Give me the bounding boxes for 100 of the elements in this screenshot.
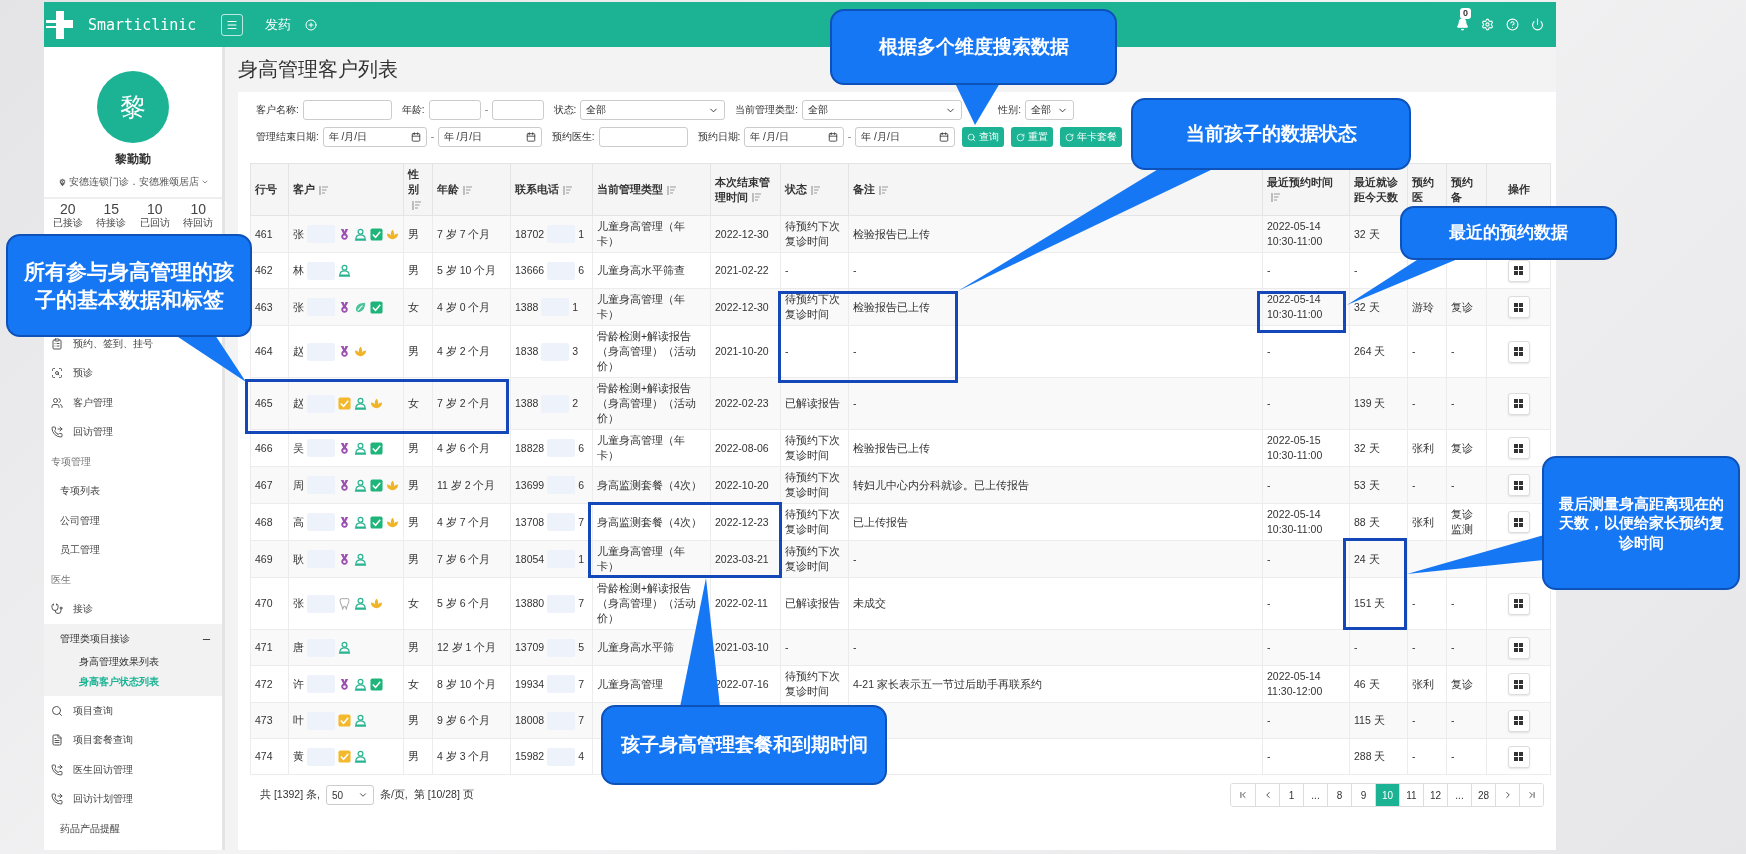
menu-item[interactable]: 项目查询 — [73, 703, 113, 718]
row-action-button[interactable] — [1507, 340, 1530, 363]
sort-icon[interactable] — [667, 185, 677, 195]
add-tab-icon[interactable] — [305, 18, 317, 31]
table-cell: 2022-07-16 — [715, 677, 769, 690]
table-cell: 474 — [255, 750, 273, 762]
text-field[interactable] — [302, 100, 392, 120]
table-cell: 2022-08-06 — [715, 441, 769, 454]
table-cell: 8 岁 10 个月 — [437, 677, 497, 690]
row-action-button[interactable] — [1507, 636, 1530, 659]
sort-icon[interactable] — [811, 185, 821, 195]
check-square-icon — [370, 515, 383, 529]
select-field[interactable]: 全部 — [1024, 100, 1074, 120]
help-icon[interactable] — [1506, 18, 1519, 31]
table-cell: 32 天 — [1354, 227, 1380, 240]
row-action-button[interactable] — [1507, 511, 1530, 533]
stat-label: 已回访 — [139, 217, 170, 229]
row-action-button[interactable] — [1507, 709, 1530, 732]
last-page-button[interactable] — [1519, 784, 1543, 806]
lotus-icon — [370, 597, 383, 610]
date-field[interactable]: 年 /月/日 — [744, 127, 845, 147]
column-header[interactable]: 年龄 — [437, 182, 473, 197]
menu-item[interactable]: 回访计划管理 — [73, 792, 133, 807]
table-cell: - — [1412, 345, 1416, 357]
page-size-select[interactable]: 50 — [325, 785, 374, 805]
sort-icon[interactable] — [1271, 193, 1281, 203]
menu-item[interactable]: 项目套餐查询 — [73, 733, 133, 748]
column-header[interactable]: 客户 — [293, 182, 329, 197]
menu-item[interactable]: 接诊 — [73, 602, 93, 617]
sort-icon[interactable] — [463, 185, 473, 195]
row-action-button[interactable] — [1507, 474, 1530, 496]
row-action-button[interactable] — [1507, 673, 1530, 695]
caret-icon[interactable] — [200, 178, 209, 186]
menu-item[interactable]: 客户管理 — [73, 395, 113, 410]
row-action-button[interactable] — [1507, 259, 1530, 282]
table-cell: 53 天 — [1354, 478, 1380, 491]
row-action-button[interactable] — [1507, 745, 1530, 768]
table-cell: 转妇儿中心内分科就诊。已上传报告 — [853, 478, 1029, 491]
row-action-button[interactable] — [1507, 392, 1530, 415]
submenu-item[interactable]: 身高管理效果列表 — [44, 652, 222, 672]
select-field[interactable]: 全部 — [580, 100, 726, 120]
sort-icon[interactable] — [412, 200, 422, 210]
row-action-button[interactable] — [1507, 592, 1530, 615]
column-header[interactable]: 联系电话 — [515, 182, 573, 197]
column-header[interactable]: 状态 — [785, 182, 821, 197]
phone-prefix: 18828 — [515, 440, 545, 456]
menu-item[interactable]: 员工管理 — [60, 543, 100, 558]
menu-item[interactable]: 预约、签到、挂号 — [73, 336, 153, 351]
menu-item[interactable]: 公司管理 — [60, 513, 100, 528]
column-header[interactable]: 行号 — [255, 182, 277, 197]
date-field[interactable]: 年 /月/日 — [855, 127, 956, 147]
menu-button[interactable] — [221, 13, 243, 36]
customer-surname: 赵 — [293, 344, 304, 359]
table-cell: - — [1451, 750, 1455, 762]
table-cell: - — [1451, 345, 1455, 357]
sort-icon[interactable] — [563, 185, 573, 195]
table-cell: 2021-02-22 — [715, 264, 769, 276]
column-header[interactable]: 操作 — [1507, 182, 1530, 197]
menu-item[interactable]: 专项列表 — [60, 484, 100, 499]
table-cell: 5 岁 6 个月 — [437, 597, 491, 609]
table-cell: 检验报告已上传 — [853, 441, 930, 454]
row-action-button[interactable] — [1507, 296, 1530, 318]
select-field[interactable]: 全部 — [802, 100, 963, 120]
date-field[interactable]: 年 /月/日 — [437, 127, 542, 147]
text-field[interactable] — [428, 100, 481, 120]
table-cell: - — [1412, 597, 1416, 609]
phone-suffix: 4 — [578, 749, 585, 764]
leaf-icon — [354, 300, 367, 314]
table-cell: 24 天 — [1354, 552, 1380, 565]
table-cell: 472 — [255, 677, 273, 690]
settings-icon[interactable] — [1481, 18, 1494, 31]
notification-icon[interactable] — [1456, 18, 1469, 31]
phone-prefix: 1838 — [515, 344, 539, 359]
filter-label: 当前管理类型: — [735, 103, 799, 117]
menu-item[interactable]: 回访管理 — [73, 425, 113, 440]
total-count: 共 [1392] 条, — [260, 788, 320, 802]
grid-icon — [1514, 752, 1523, 761]
column-header[interactable]: 备注 — [853, 182, 889, 197]
customer-surname: 张 — [293, 226, 304, 242]
medal-icon — [338, 441, 351, 455]
menu-item[interactable]: 预诊 — [73, 366, 93, 381]
table-cell: 男 — [408, 552, 419, 565]
date-field[interactable]: 年 /月/日 — [322, 127, 427, 147]
text-field[interactable] — [598, 127, 688, 147]
medal-icon — [338, 478, 351, 492]
text-field[interactable] — [491, 100, 544, 120]
table-cell: 待预约下次复诊时间 — [785, 508, 840, 535]
lotus-icon — [386, 478, 399, 492]
menu-item[interactable]: 医生回访管理 — [73, 762, 133, 777]
menu-group-header[interactable]: 管理类项目接诊 — [44, 626, 222, 652]
menu-item[interactable]: 药品产品提醒 — [60, 821, 120, 836]
sort-icon[interactable] — [879, 185, 889, 195]
table-cell: 2022-05-14 10:30-11:00 — [1267, 220, 1323, 247]
power-icon[interactable] — [1531, 18, 1544, 31]
column-header[interactable]: 当前管理类型 — [597, 182, 677, 197]
menu-item-icon — [51, 337, 63, 350]
row-action-button[interactable] — [1507, 437, 1530, 459]
clinic-location[interactable]: 安德连锁门诊．安德雅颂居店 — [68, 175, 199, 189]
sort-icon[interactable] — [752, 193, 762, 203]
sort-icon[interactable] — [319, 185, 329, 195]
